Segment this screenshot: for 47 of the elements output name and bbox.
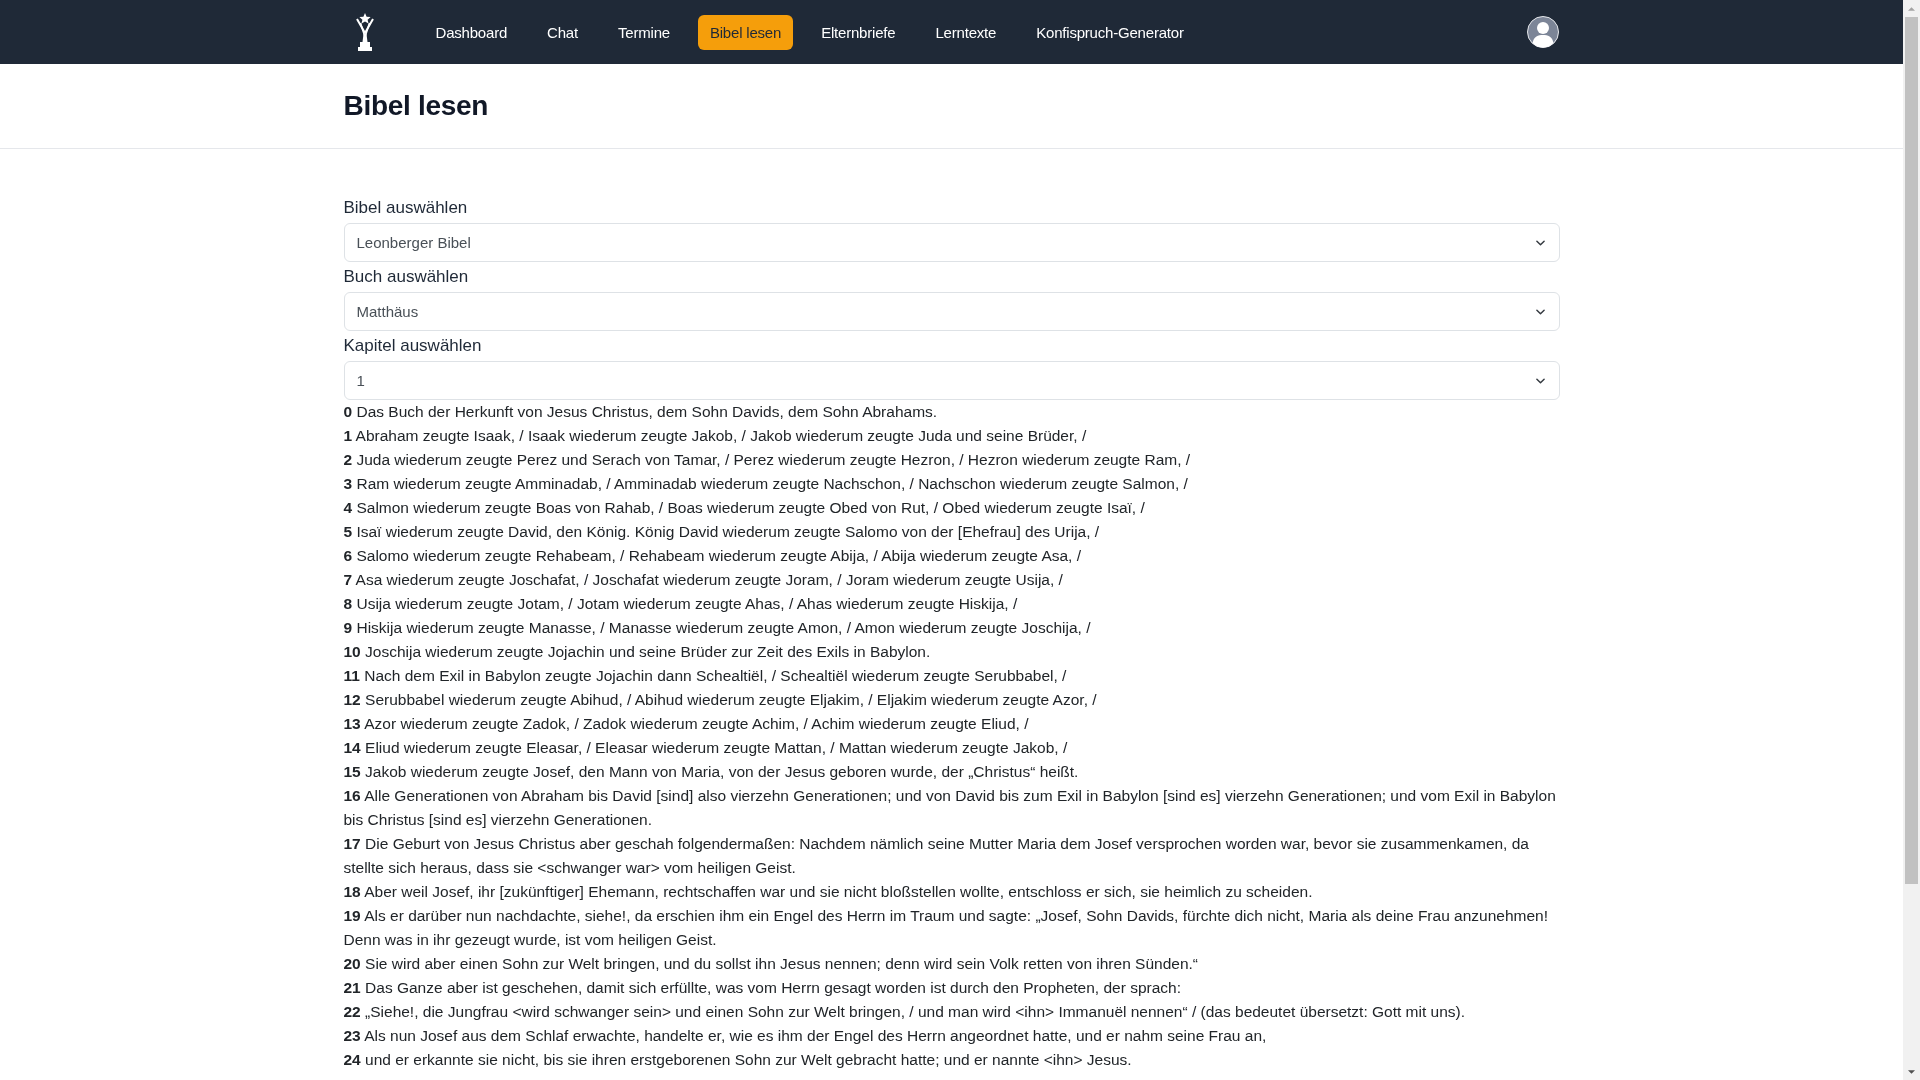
verse-text: 9 Hiskija wiederum zeugte Manasse, / Manasse wiederum zeugte Amon, / Amon wiederum zeugte Joschija, / (343, 618, 1092, 638)
verse-text: 12 Serubbabel wiederum zeugte Abihud, / Abihud wiederum zeugte Eljakim, / Eljakim wiederum zeugte Azor, / (343, 690, 1098, 710)
verse-text: 10 Joschija wiederum zeugte Jojachin und seine Brüder zur Zeit des Exils in Babylon. (343, 642, 932, 662)
select-field[interactable]: Matthäus (343, 292, 1560, 331)
verse-text: 16 Alle Generationen von Abraham bis David [sind] also vierzehn Generationen; und von David bis zum Exil in Babylon [sind es] vierzehn Generationen; und vom Exil in Babylon bis Christus [sind es] vierzehn Generationen. (343, 786, 1557, 830)
scrollbar-thumb[interactable] (1905, 17, 1918, 884)
verse-text: 11 Nach dem Exil in Babylon zeugte Jojachin dann Schealtiël, / Schealtiël wiederum zeugte Serubbabel, / (343, 666, 1068, 686)
nav-link[interactable]: Dashboard (423, 14, 520, 50)
select-field[interactable]: 1 (343, 361, 1560, 400)
verse-text: 7 Asa wiederum zeugte Joschafat, / Joschafat wiederum zeugte Joram, / Joram wiederum zeugte Usija, / (343, 570, 1064, 590)
verse-text: 24 und er erkannte sie nicht, bis sie ihren erstgeborenen Sohn zur Welt gebracht hatte; und er nannte <ihn> Jesus. (343, 1050, 1133, 1070)
scrollbar[interactable] (1903, 0, 1920, 1080)
verse-text: 13 Azor wiederum zeugte Zadok, / Zadok wiederum zeugte Achim, / Achim wiederum zeugte Eliud, / (343, 714, 1030, 734)
scroll-down-arrow-icon[interactable] (1908, 1070, 1915, 1074)
nav-link[interactable]: Chat (535, 14, 590, 50)
verse-text: 23 Als nun Josef aus dem Schlaf erwachte, handelte er, wie es ihm der Engel des Herrn angeordnet hatte, und er nahm seine Frau an, (343, 1026, 1268, 1046)
verse-text: 21 Das Ganze aber ist geschehen, damit sich erfüllte, was vom Herrn gesagt worden ist durch den Propheten, der sprach: (343, 978, 1182, 998)
verse-text: 2 Juda wiederum zeugte Perez und Serach von Tamar, / Perez wiederum zeugte Hezron, / Hezron wiederum zeugte Ram, / (343, 450, 1192, 470)
verse-text: 1 Abraham zeugte Isaak, / Isaak wiederum zeugte Jakob, / Jakob wiederum zeugte Juda und seine Brüder, / (343, 426, 1088, 446)
verse-text: 3 Ram wiederum zeugte Amminadab, / Amminadab wiederum zeugte Nachschon, / Nachschon wiederum zeugte Salmon, / (343, 474, 1189, 494)
nav-link[interactable]: Lerntexte (923, 14, 1009, 50)
verse-text: 14 Eliud wiederum zeugte Eleasar, / Eleasar wiederum zeugte Mattan, / Mattan wiederum zeugte Jakob, / (343, 738, 1069, 758)
verse-text: 18 Aber weil Josef, ihr [zukünftiger] Ehemann, rechtschaffen war und sie nicht bloßstellen wollte, entschloss er sich, sie heimlich zu scheiden. (343, 882, 1314, 902)
verse-text: 19 Als er darüber nun nachdachte, siehe!, da erschien ihm ein Engel des Herrn im Traum und sagte: „Josef, Sohn Davids, fürchte dich nicht, Maria als deine Frau anzunehmen! Denn was in ihr gezeugt wurde, ist vom heiligen Geist. (343, 906, 1549, 950)
avatar-icon[interactable] (1526, 16, 1559, 48)
verse-text: 4 Salmon wiederum zeugte Boas von Rahab, / Boas wiederum zeugte Obed von Rut, / Obed wiederum zeugte Isaï, / (343, 498, 1146, 518)
field-label: Buch auswählen (343, 266, 470, 288)
nav-link[interactable]: Elternbriefe (809, 14, 908, 50)
field-label: Kapitel auswählen (343, 335, 483, 357)
page-title: Bibel lesen (343, 89, 490, 123)
verse-text: 20 Sie wird aber einen Sohn zur Welt bringen, und du sollst ihn Jesus nennen; denn wird sein Volk retten von ihren Sünden.“ (343, 954, 1199, 974)
nav-link[interactable]: Konfispruch-Generator (1024, 14, 1196, 50)
verse-text: 5 Isaï wiederum zeugte David, den König. König David wiederum zeugte Salomo von der [Ehefrau] des Urija, / (343, 522, 1101, 542)
chevron-down-icon (1535, 377, 1545, 384)
nav-link[interactable]: Termine (606, 14, 682, 50)
star-trophy-icon[interactable] (354, 13, 375, 51)
field-label: Bibel auswählen (343, 197, 469, 219)
verse-text: 17 Die Geburt von Jesus Christus aber geschah folgendermaßen: Nachdem nämlich seine Mutter Maria dem Josef versprochen worden war, bevor sie zusammenkamen, da stellte sich heraus, dass sie <schwanger war> vom heiligen Geist. (343, 834, 1530, 878)
verse-text: 15 Jakob wiederum zeugte Josef, den Mann von Maria, von der Jesus geboren wurde, der „Christus“ heißt. (343, 762, 1080, 782)
verse-text: 6 Salomo wiederum zeugte Rehabeam, / Rehabeam wiederum zeugte Abija, / Abija wiederum zeugte Asa, / (343, 546, 1083, 566)
verse-text: 0 Das Buch der Herkunft von Jesus Christus, dem Sohn Davids, dem Sohn Abrahams. (343, 402, 939, 422)
verse-text: 8 Usija wiederum zeugte Jotam, / Jotam wiederum zeugte Ahas, / Ahas wiederum zeugte Hiskija, / (343, 594, 1019, 614)
nav-link[interactable]: Bibel lesen (697, 14, 794, 50)
select-field[interactable]: Leonberger Bibel (343, 223, 1560, 262)
chevron-down-icon (1535, 308, 1545, 315)
chevron-down-icon (1535, 239, 1545, 246)
verse-text: 22 „Siehe!, die Jungfrau <wird schwanger sein> und einen Sohn zur Welt bringen, / und man wird <ihn> Immanuël nennen“ / (das bedeutet übersetzt: Gott mit uns). (343, 1002, 1467, 1022)
